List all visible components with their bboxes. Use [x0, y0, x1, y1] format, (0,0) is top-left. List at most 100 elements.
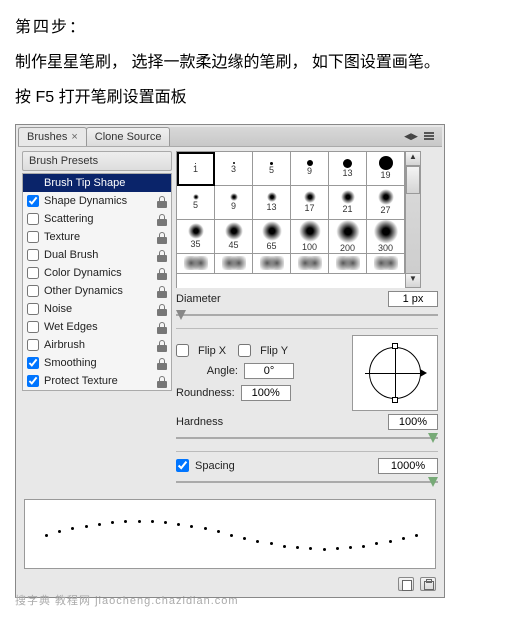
brush-swatch[interactable]: 200 — [329, 220, 367, 254]
brush-swatch[interactable] — [253, 254, 291, 274]
brush-swatch[interactable]: 65 — [253, 220, 291, 254]
preview-dot — [256, 540, 259, 543]
brush-swatch[interactable]: 100 — [291, 220, 329, 254]
brush-dot-icon — [379, 156, 393, 170]
tab-clone-source[interactable]: Clone Source — [86, 127, 171, 146]
brush-scrollbar[interactable]: ▲ ▼ — [405, 151, 421, 288]
brush-swatch[interactable]: 3 — [215, 152, 253, 186]
brush-texture-icon — [184, 256, 208, 270]
option-protect-texture[interactable]: Protect Texture — [23, 372, 171, 390]
slider-thumb-icon[interactable] — [428, 477, 438, 487]
scroll-up-icon[interactable]: ▲ — [406, 152, 420, 166]
brush-swatch[interactable]: 27 — [367, 186, 405, 220]
slider-thumb-icon[interactable] — [428, 433, 438, 443]
hardness-slider[interactable] — [176, 435, 438, 441]
brush-swatch[interactable]: 35 — [177, 220, 215, 254]
hardness-input[interactable] — [388, 414, 438, 430]
brush-swatch[interactable] — [177, 254, 215, 274]
brush-swatch[interactable] — [367, 254, 405, 274]
tab-label: Brushes — [27, 131, 67, 143]
checkbox-smoothing[interactable] — [27, 357, 39, 369]
option-dual-brush[interactable]: Dual Brush — [23, 246, 171, 264]
brush-picker: 1 3 5 9 13 19 5 9 13 17 21 27 35 45 65 — [176, 151, 438, 288]
option-texture[interactable]: Texture — [23, 228, 171, 246]
brush-swatch[interactable] — [329, 254, 367, 274]
preview-dot — [45, 534, 48, 537]
option-other-dynamics[interactable]: Other Dynamics — [23, 282, 171, 300]
option-airbrush[interactable]: Airbrush — [23, 336, 171, 354]
brush-swatch[interactable]: 13 — [253, 186, 291, 220]
roundness-handle-icon[interactable] — [392, 397, 398, 403]
option-shape-dynamics[interactable]: Shape Dynamics — [23, 192, 171, 210]
lock-icon — [157, 358, 167, 370]
spacing-slider[interactable] — [176, 479, 438, 485]
option-label: Noise — [44, 303, 72, 315]
option-scattering[interactable]: Scattering — [23, 210, 171, 228]
angle-widget[interactable] — [352, 335, 438, 411]
brush-swatch[interactable]: 9 — [215, 186, 253, 220]
tab-brushes[interactable]: Brushes × — [18, 127, 87, 146]
preview-dot — [415, 534, 418, 537]
scroll-thumb[interactable] — [406, 166, 420, 194]
preview-dot — [230, 534, 233, 537]
checkbox-wet-edges[interactable] — [27, 321, 39, 333]
angle-fields: Flip X Flip Y Angle: Roundness: — [176, 335, 294, 411]
checkbox-shape-dynamics[interactable] — [27, 195, 39, 207]
brushes-panel: Brushes × Clone Source ◀▶ Brush Presets B… — [15, 124, 445, 598]
brush-swatch[interactable] — [215, 254, 253, 274]
option-wet-edges[interactable]: Wet Edges — [23, 318, 171, 336]
checkbox-color-dynamics[interactable] — [27, 267, 39, 279]
option-noise[interactable]: Noise — [23, 300, 171, 318]
checkbox-noise[interactable] — [27, 303, 39, 315]
tutorial-instructions: 第四步： 制作星星笔刷， 选择一款柔边缘的笔刷， 如下图设置画笔。 按 F5 打… — [15, 10, 491, 116]
preview-dot — [98, 523, 101, 526]
preview-dot — [323, 548, 326, 551]
brush-swatch[interactable]: 9 — [291, 152, 329, 186]
checkbox-flip-y[interactable] — [238, 344, 251, 357]
roundness-input[interactable] — [241, 385, 291, 401]
angle-canvas[interactable] — [365, 343, 425, 403]
brush-presets-button[interactable]: Brush Presets — [22, 151, 172, 171]
checkbox-dual-brush[interactable] — [27, 249, 39, 261]
preview-dot — [85, 525, 88, 528]
brush-swatch[interactable]: 5 — [177, 186, 215, 220]
checkbox-protect-texture[interactable] — [27, 375, 39, 387]
diameter-input[interactable] — [388, 291, 438, 307]
checkbox-spacing[interactable] — [176, 459, 189, 472]
option-smoothing[interactable]: Smoothing — [23, 354, 171, 372]
angle-row: Angle: — [176, 363, 294, 379]
diameter-slider[interactable] — [176, 312, 438, 318]
preview-dot — [204, 527, 207, 530]
option-color-dynamics[interactable]: Color Dynamics — [23, 264, 171, 282]
watermark-text: 搜字典 教程网 jiaocheng.chazidian.com — [15, 592, 491, 608]
brush-texture-icon — [374, 256, 398, 270]
angle-label: Angle: — [176, 365, 238, 377]
brush-swatch[interactable]: 17 — [291, 186, 329, 220]
checkbox-texture[interactable] — [27, 231, 39, 243]
checkbox-airbrush[interactable] — [27, 339, 39, 351]
roundness-handle-icon[interactable] — [392, 343, 398, 349]
brush-swatch[interactable]: 5 — [253, 152, 291, 186]
checkbox-flip-x[interactable] — [176, 344, 189, 357]
brush-swatch[interactable] — [291, 254, 329, 274]
new-brush-icon[interactable] — [398, 577, 414, 591]
panel-menu-icon[interactable] — [422, 129, 438, 143]
slider-thumb-icon[interactable] — [176, 310, 186, 320]
brush-swatch[interactable]: 1 — [177, 152, 215, 186]
brush-swatch[interactable]: 13 — [329, 152, 367, 186]
close-icon[interactable]: × — [71, 131, 77, 143]
brush-swatch[interactable]: 300 — [367, 220, 405, 254]
spacing-input[interactable] — [378, 458, 438, 474]
brush-swatch[interactable]: 19 — [367, 152, 405, 186]
preview-dot — [349, 546, 352, 549]
checkbox-scattering[interactable] — [27, 213, 39, 225]
brush-swatch[interactable]: 45 — [215, 220, 253, 254]
option-brush-tip-shape[interactable]: Brush Tip Shape — [23, 174, 171, 192]
trash-icon[interactable] — [420, 577, 436, 591]
angle-input[interactable] — [244, 363, 294, 379]
angle-group: Flip X Flip Y Angle: Roundness: — [176, 335, 438, 411]
checkbox-other-dynamics[interactable] — [27, 285, 39, 297]
brush-swatch[interactable]: 21 — [329, 186, 367, 220]
scroll-down-icon[interactable]: ▼ — [406, 273, 420, 287]
collapse-arrow-icon[interactable]: ◀▶ — [404, 131, 418, 142]
